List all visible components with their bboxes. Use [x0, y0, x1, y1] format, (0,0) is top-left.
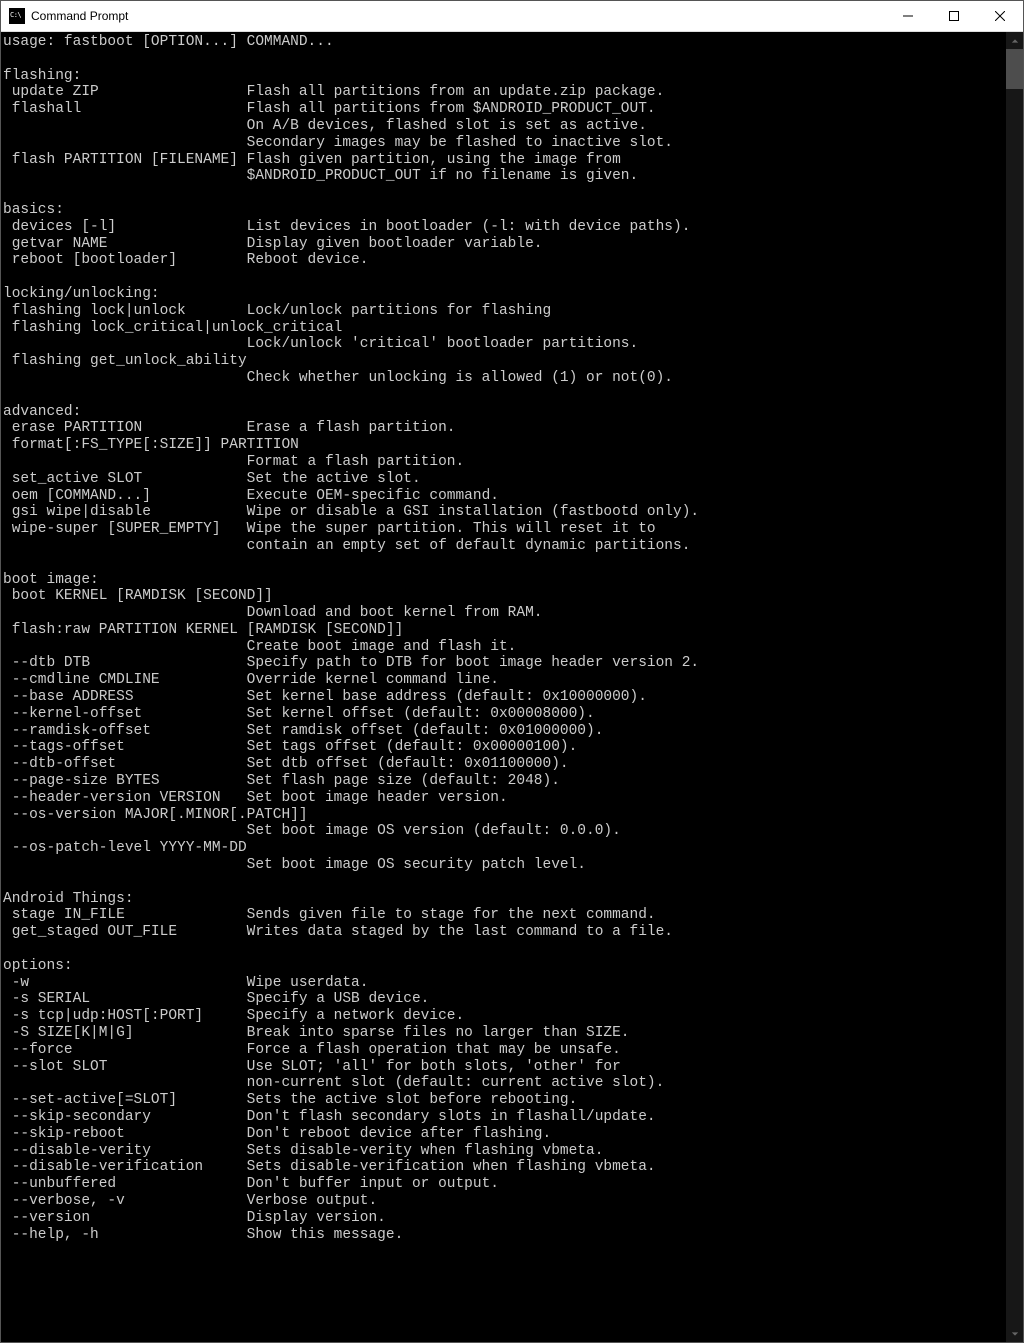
window-controls — [885, 1, 1023, 31]
close-icon — [995, 11, 1005, 21]
terminal-output[interactable]: usage: fastboot [OPTION...] COMMAND... f… — [1, 32, 1006, 1342]
command-prompt-window: Command Prompt usage: fastboot [OPTION..… — [0, 0, 1024, 1343]
scroll-up-button[interactable] — [1006, 32, 1023, 49]
cmd-icon — [9, 8, 25, 24]
scrollbar-thumb[interactable] — [1006, 49, 1023, 89]
chevron-down-icon — [1011, 1330, 1019, 1338]
minimize-button[interactable] — [885, 1, 931, 31]
window-title: Command Prompt — [31, 9, 885, 23]
close-button[interactable] — [977, 1, 1023, 31]
scroll-down-button[interactable] — [1006, 1325, 1023, 1342]
titlebar[interactable]: Command Prompt — [1, 1, 1023, 32]
maximize-button[interactable] — [931, 1, 977, 31]
maximize-icon — [949, 11, 959, 21]
chevron-up-icon — [1011, 37, 1019, 45]
vertical-scrollbar[interactable] — [1006, 32, 1023, 1342]
terminal-area: usage: fastboot [OPTION...] COMMAND... f… — [1, 32, 1023, 1342]
minimize-icon — [903, 11, 913, 21]
